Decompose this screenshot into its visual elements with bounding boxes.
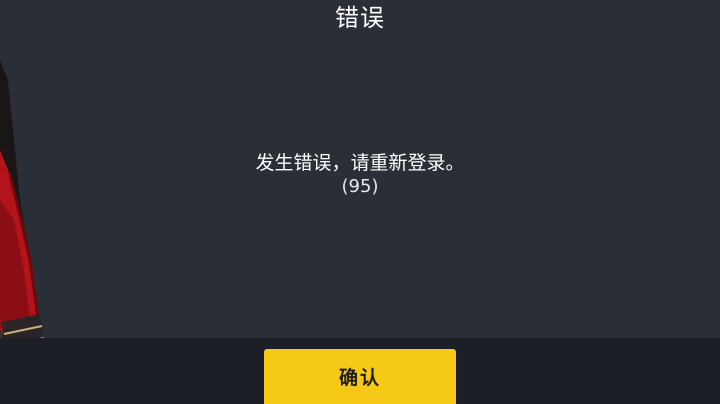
error-dialog-screen: 错误 发生错误，请重新登录。 (95) 确认: [0, 0, 720, 404]
confirm-button[interactable]: 确认: [264, 349, 456, 404]
error-code: (95): [341, 176, 379, 197]
dialog-title: 错误: [335, 4, 385, 32]
error-message: 发生错误，请重新登录。: [255, 152, 465, 174]
